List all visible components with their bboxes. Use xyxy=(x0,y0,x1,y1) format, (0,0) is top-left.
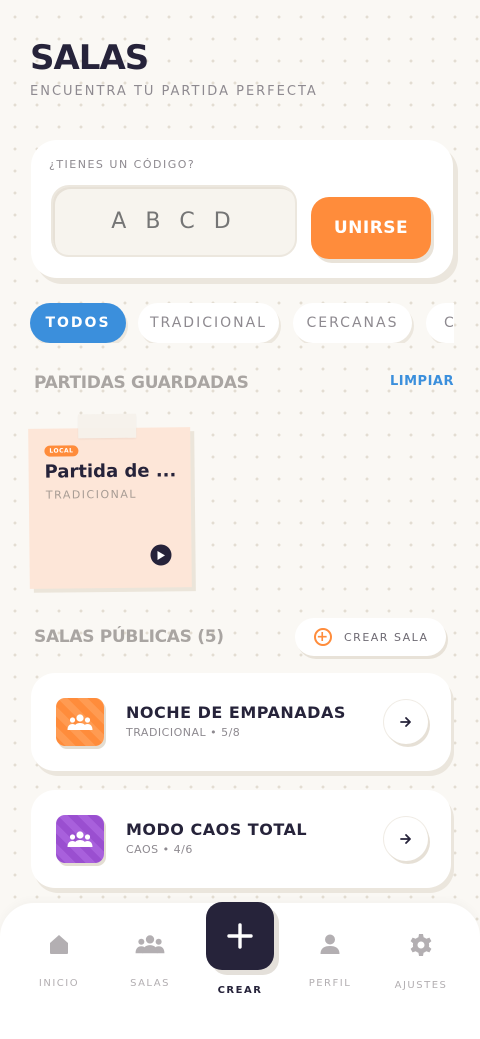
page-title: SALAS xyxy=(30,38,149,78)
join-code-label: ¿TIENES UN CÓDIGO? xyxy=(49,158,196,171)
nav-label: SALAS xyxy=(130,978,170,989)
nav-item-inicio[interactable]: INICIO xyxy=(14,933,104,989)
join-code-input[interactable] xyxy=(51,185,297,257)
room-name: MODO CAOS TOTAL xyxy=(126,820,308,839)
nav-label: AJUSTES xyxy=(394,980,448,991)
join-code-card: ¿TIENES UN CÓDIGO? UNIRSE xyxy=(31,140,453,278)
create-room-button[interactable]: + CREAR SALA xyxy=(295,618,446,656)
room-card[interactable]: NOCHE DE EMPANADAS TRADICIONAL • 5/8 xyxy=(31,673,451,771)
nav-label: PERFIL xyxy=(308,978,352,989)
saved-game-card[interactable]: LOCAL Partida de ... TRADICIONAL xyxy=(28,413,192,589)
public-rooms-title: SALAS PÚBLICAS (5) xyxy=(34,627,224,647)
play-icon xyxy=(157,550,165,560)
room-open-button[interactable] xyxy=(384,817,428,861)
nav-label-crear[interactable]: CREAR xyxy=(200,985,280,996)
room-open-button[interactable] xyxy=(384,700,428,744)
saved-game-type: TRADICIONAL xyxy=(45,487,138,502)
gear-icon xyxy=(410,934,432,956)
room-card[interactable]: MODO CAOS TOTAL CAOS • 4/6 xyxy=(31,790,451,888)
saved-games-title: PARTIDAS GUARDADAS xyxy=(34,373,249,393)
nav-label: INICIO xyxy=(38,978,80,989)
arrow-right-icon xyxy=(400,717,411,727)
chip-tradicional[interactable]: TRADICIONAL xyxy=(138,303,279,343)
home-icon xyxy=(50,935,68,954)
room-meta: TRADICIONAL • 5/8 xyxy=(126,726,241,739)
group-icon xyxy=(67,831,93,847)
nav-item-salas[interactable]: SALAS xyxy=(105,933,195,989)
room-avatar xyxy=(56,815,104,863)
play-button[interactable] xyxy=(150,544,172,566)
saved-game-name: Partida de ... xyxy=(44,460,177,483)
local-badge: LOCAL xyxy=(44,445,79,457)
chip-todos[interactable]: TODOS xyxy=(30,303,126,343)
filter-chips: TODOS TRADICIONAL CERCANAS C xyxy=(30,303,454,343)
tape-decoration xyxy=(78,413,137,439)
room-name: NOCHE DE EMPANADAS xyxy=(126,703,346,722)
user-icon xyxy=(320,934,340,954)
clear-saved-link[interactable]: LIMPIAR xyxy=(390,374,454,389)
group-icon xyxy=(67,714,93,730)
nav-item-perfil[interactable]: PERFIL xyxy=(285,933,375,989)
room-avatar xyxy=(56,698,104,746)
arrow-right-icon xyxy=(400,834,411,844)
join-button[interactable]: UNIRSE xyxy=(311,197,431,259)
plus-icon xyxy=(227,923,253,949)
page-subtitle: ENCUENTRA TU PARTIDA PERFECTA xyxy=(30,84,318,99)
room-meta: CAOS • 4/6 xyxy=(126,843,193,856)
create-room-label: CREAR SALA xyxy=(344,630,429,644)
plus-circle-icon: + xyxy=(314,628,332,646)
group-icon xyxy=(135,935,165,954)
create-button[interactable] xyxy=(206,902,274,970)
chip-cercanas[interactable]: CERCANAS xyxy=(293,303,412,343)
nav-item-ajustes[interactable]: AJUSTES xyxy=(376,933,466,991)
chip-more[interactable]: C xyxy=(426,303,454,343)
